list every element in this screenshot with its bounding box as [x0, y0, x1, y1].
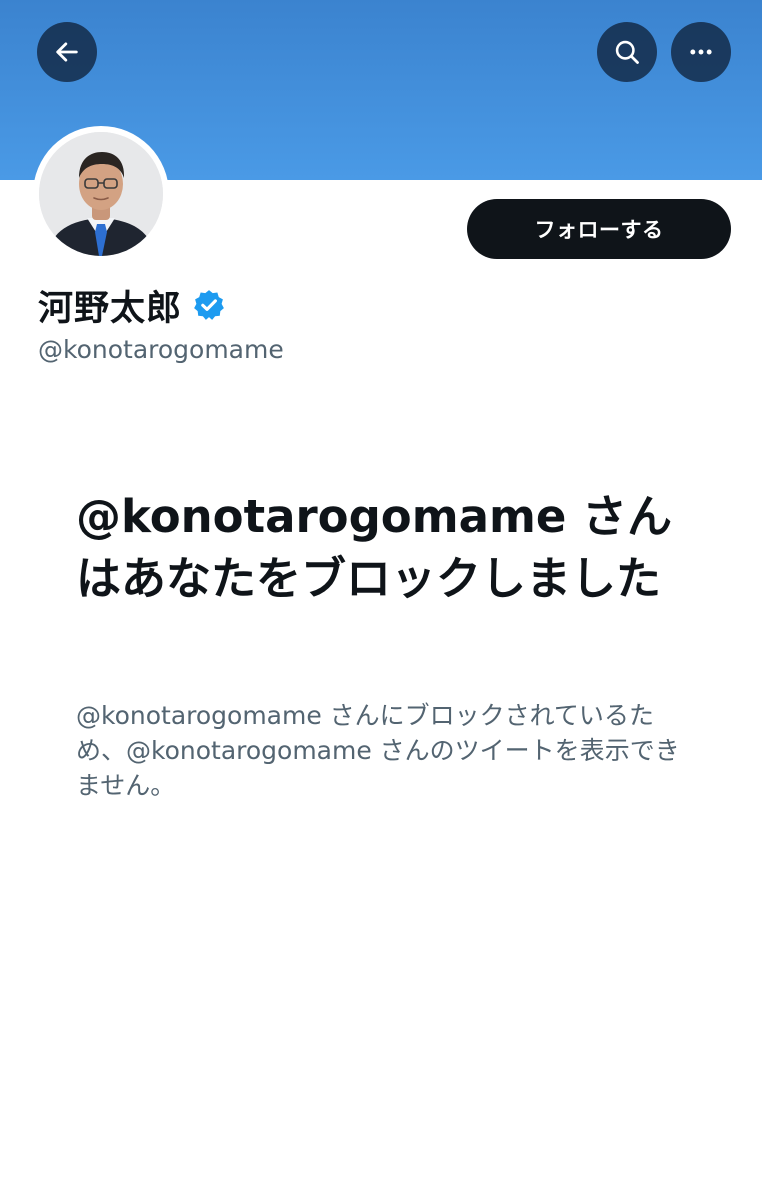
profile-page: フォローする 河野太郎 @konotarogomame @konotarogom… — [0, 0, 762, 1200]
follow-button[interactable]: フォローする — [467, 199, 731, 259]
name-row: 河野太郎 — [38, 282, 226, 329]
more-options-icon — [690, 49, 712, 55]
blocked-title: @konotarogomame さんはあなたをブロックしました — [76, 490, 673, 605]
profile-avatar[interactable] — [33, 126, 169, 262]
avatar — [39, 132, 163, 256]
display-name: 河野太郎 — [38, 288, 183, 329]
more-options-button[interactable] — [671, 22, 731, 82]
profile-handle: @konotarogomame — [38, 335, 284, 364]
blocked-description: @konotarogomame さんにブロックされているため、@konotaro… — [76, 701, 680, 800]
back-arrow-icon — [56, 42, 78, 62]
search-button[interactable] — [597, 22, 657, 82]
verified-badge-icon — [194, 290, 224, 320]
search-icon — [615, 40, 639, 64]
avatar-photo — [39, 132, 163, 256]
back-button[interactable] — [37, 22, 97, 82]
